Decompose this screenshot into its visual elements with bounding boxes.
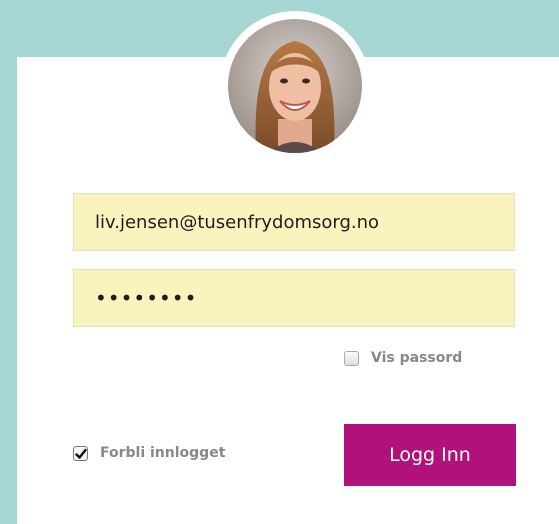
password-field[interactable] bbox=[73, 269, 515, 327]
show-password-option[interactable]: Vis passord bbox=[344, 350, 462, 366]
stay-logged-in-label: Forbli innlogget bbox=[100, 445, 226, 461]
login-button[interactable]: Logg Inn bbox=[344, 424, 516, 486]
stay-logged-in-option[interactable]: Forbli innlogget bbox=[73, 445, 225, 461]
avatar bbox=[228, 19, 362, 153]
show-password-checkbox[interactable] bbox=[344, 350, 359, 366]
stay-logged-in-checkbox[interactable] bbox=[73, 445, 88, 461]
show-password-label: Vis passord bbox=[371, 350, 463, 366]
checkmark-icon bbox=[75, 448, 87, 459]
email-field[interactable] bbox=[73, 193, 515, 251]
avatar-photo bbox=[228, 19, 362, 153]
